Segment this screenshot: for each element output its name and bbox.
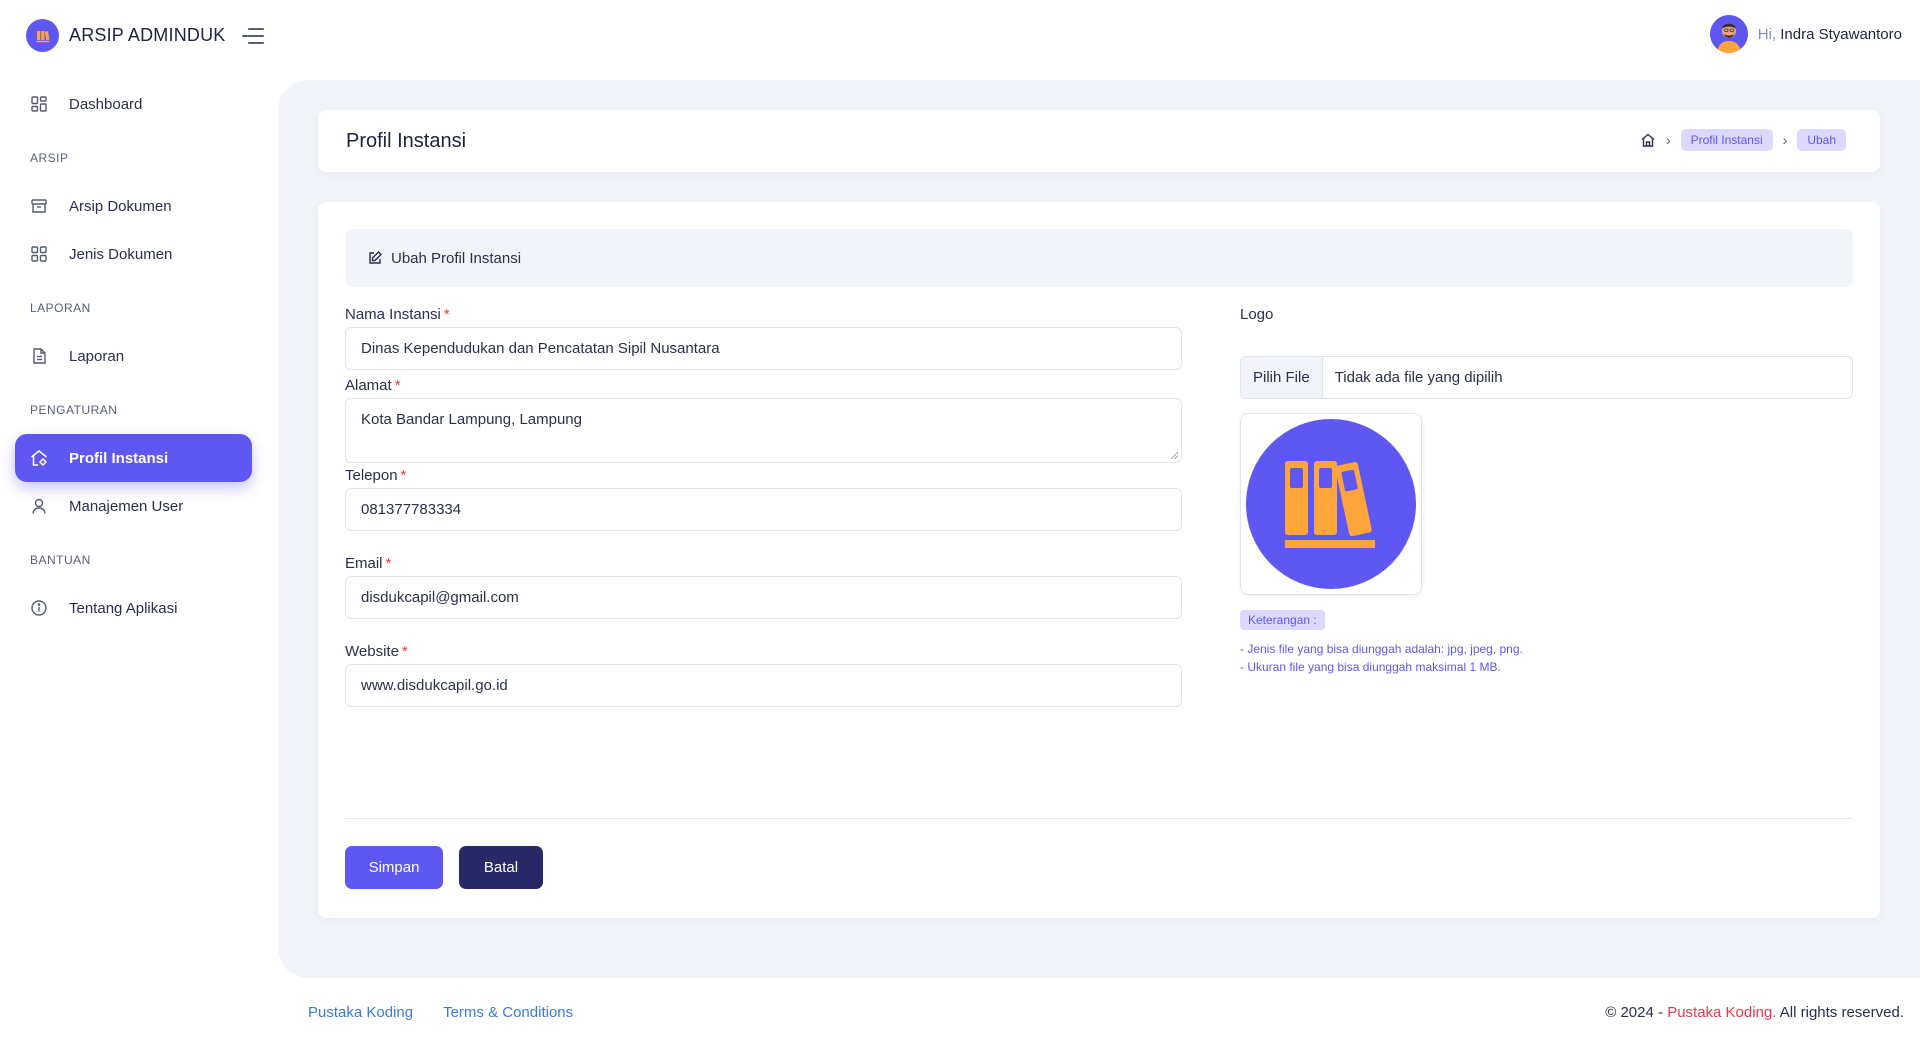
edit-icon [367, 250, 383, 266]
user-menu[interactable]: Hi, Indra Styawantoro [1709, 15, 1902, 53]
alamat-value: Kota Bandar Lampung, Lampung [361, 411, 582, 428]
home-icon[interactable] [1640, 132, 1656, 148]
sidebar-item-label: Dashboard [69, 95, 143, 113]
required-mark: * [400, 467, 407, 484]
telepon-label: Telepon * [345, 467, 406, 484]
breadcrumb-item-ubah: Ubah [1797, 129, 1846, 151]
footer-links: Pustaka Koding Terms & Conditions [308, 1004, 603, 1021]
alamat-label-text: Alamat [345, 377, 392, 394]
keterangan-badge: Keterangan : [1240, 610, 1325, 630]
form-card: Ubah Profil Instansi Nama Instansi * Dina… [318, 202, 1880, 918]
sidebar-item-dashboard[interactable]: Dashboard [15, 80, 252, 128]
alamat-textarea[interactable]: Kota Bandar Lampung, Lampung [345, 398, 1182, 463]
footer-link-terms[interactable]: Terms & Conditions [443, 1004, 573, 1021]
sidebar-item-label: Arsip Dokumen [69, 197, 172, 215]
required-mark: * [401, 643, 408, 660]
app-logo-icon [26, 19, 59, 52]
sidebar-item-tentang-aplikasi[interactable]: Tentang Aplikasi [15, 584, 252, 632]
sidebar-item-label: Profil Instansi [69, 449, 169, 467]
sidebar-item-jenis-dokumen[interactable]: Jenis Dokumen [15, 230, 252, 278]
copyright-suffix: All rights reserved. [1779, 1004, 1904, 1021]
copyright-prefix: © 2024 - [1605, 1004, 1664, 1021]
home-gear-icon [29, 448, 49, 468]
note-file-size: - Ukuran file yang bisa diunggah maksima… [1240, 660, 1501, 674]
sidebar-item-label: Jenis Dokumen [69, 245, 173, 263]
user-name: Indra Styawantoro [1780, 25, 1902, 43]
alamat-label: Alamat * [345, 377, 401, 394]
website-label-text: Website [345, 643, 399, 660]
footer-copyright: © 2024 - Pustaka Koding. All rights rese… [1605, 1004, 1904, 1021]
avatar [1709, 15, 1748, 53]
user-greeting: Hi, [1757, 25, 1777, 43]
menu-toggle-icon[interactable] [242, 28, 264, 44]
form-header: Ubah Profil Instansi [345, 229, 1853, 287]
nama-instansi-input[interactable]: Dinas Kependudukan dan Pencatatan Sipil … [345, 327, 1182, 370]
sidebar-section-arsip: ARSIP [30, 151, 69, 165]
page-title: Profil Instansi [346, 130, 467, 152]
sidebar-item-profil-instansi[interactable]: Profil Instansi [15, 434, 252, 482]
grid-icon [29, 244, 49, 264]
app-name: ARSIP ADMINDUK [69, 25, 226, 45]
required-mark: * [385, 555, 392, 572]
brand[interactable]: ARSIP ADMINDUK [26, 19, 226, 52]
user-icon [29, 496, 49, 516]
chevron-right-icon: › [1782, 132, 1788, 148]
sidebar-item-arsip-dokumen[interactable]: Arsip Dokumen [15, 182, 252, 230]
breadcrumb: › Profil Instansi › Ubah [1640, 129, 1846, 151]
footer-link-pustaka-koding[interactable]: Pustaka Koding [308, 1004, 413, 1021]
file-text-icon [29, 346, 49, 366]
telepon-label-text: Telepon [345, 467, 398, 484]
logo-file-input[interactable]: Pilih File Tidak ada file yang dipilih [1240, 356, 1853, 399]
archive-icon [29, 196, 49, 216]
sidebar-item-laporan[interactable]: Laporan [15, 332, 252, 380]
chevron-right-icon: › [1665, 132, 1671, 148]
required-mark: * [394, 377, 401, 394]
sidebar-section-pengaturan: PENGATURAN [30, 403, 118, 417]
website-label: Website * [345, 643, 408, 660]
resize-grip-icon[interactable] [1170, 451, 1179, 460]
grid-icon [29, 94, 49, 114]
note-file-types: - Jenis file yang bisa diunggah adalah: … [1240, 642, 1523, 656]
cancel-button[interactable]: Batal [459, 846, 543, 889]
sidebar-section-laporan: LAPORAN [30, 301, 91, 315]
file-status-text: Tidak ada file yang dipilih [1334, 369, 1503, 386]
page-header: Profil Instansi › Profil Instansi › Ubah [318, 110, 1880, 172]
breadcrumb-item-profil-instansi[interactable]: Profil Instansi [1680, 129, 1773, 151]
books-logo-icon [1246, 419, 1416, 589]
nama-instansi-label: Nama Instansi * [345, 306, 450, 323]
logo-label: Logo [1240, 306, 1274, 323]
telepon-input[interactable]: 081377783334 [345, 488, 1182, 531]
sidebar: Dashboard ARSIP Arsip Dokumen Jenis Doku… [15, 80, 252, 632]
sidebar-item-manajemen-user[interactable]: Manajemen User [15, 482, 252, 530]
sidebar-item-label: Tentang Aplikasi [69, 599, 178, 617]
email-input[interactable]: disdukcapil@gmail.com [345, 576, 1182, 619]
form-header-title: Ubah Profil Instansi [391, 249, 522, 267]
email-label: Email * [345, 555, 391, 572]
sidebar-item-label: Manajemen User [69, 497, 184, 515]
choose-file-button[interactable]: Pilih File [1241, 357, 1323, 398]
nama-instansi-label-text: Nama Instansi [345, 306, 441, 323]
info-icon [29, 598, 49, 618]
website-input[interactable]: www.disdukcapil.go.id [345, 664, 1182, 707]
logo-preview [1240, 413, 1422, 595]
copyright-brand-link[interactable]: Pustaka Koding. [1667, 1004, 1776, 1021]
sidebar-item-label: Laporan [69, 347, 125, 365]
email-label-text: Email [345, 555, 383, 572]
save-button[interactable]: Simpan [345, 846, 443, 889]
top-bar: ARSIP ADMINDUK Hi, Indra Styawantoro [0, 0, 1920, 70]
required-mark: * [443, 306, 450, 323]
sidebar-section-bantuan: BANTUAN [30, 553, 91, 567]
divider [345, 818, 1853, 819]
